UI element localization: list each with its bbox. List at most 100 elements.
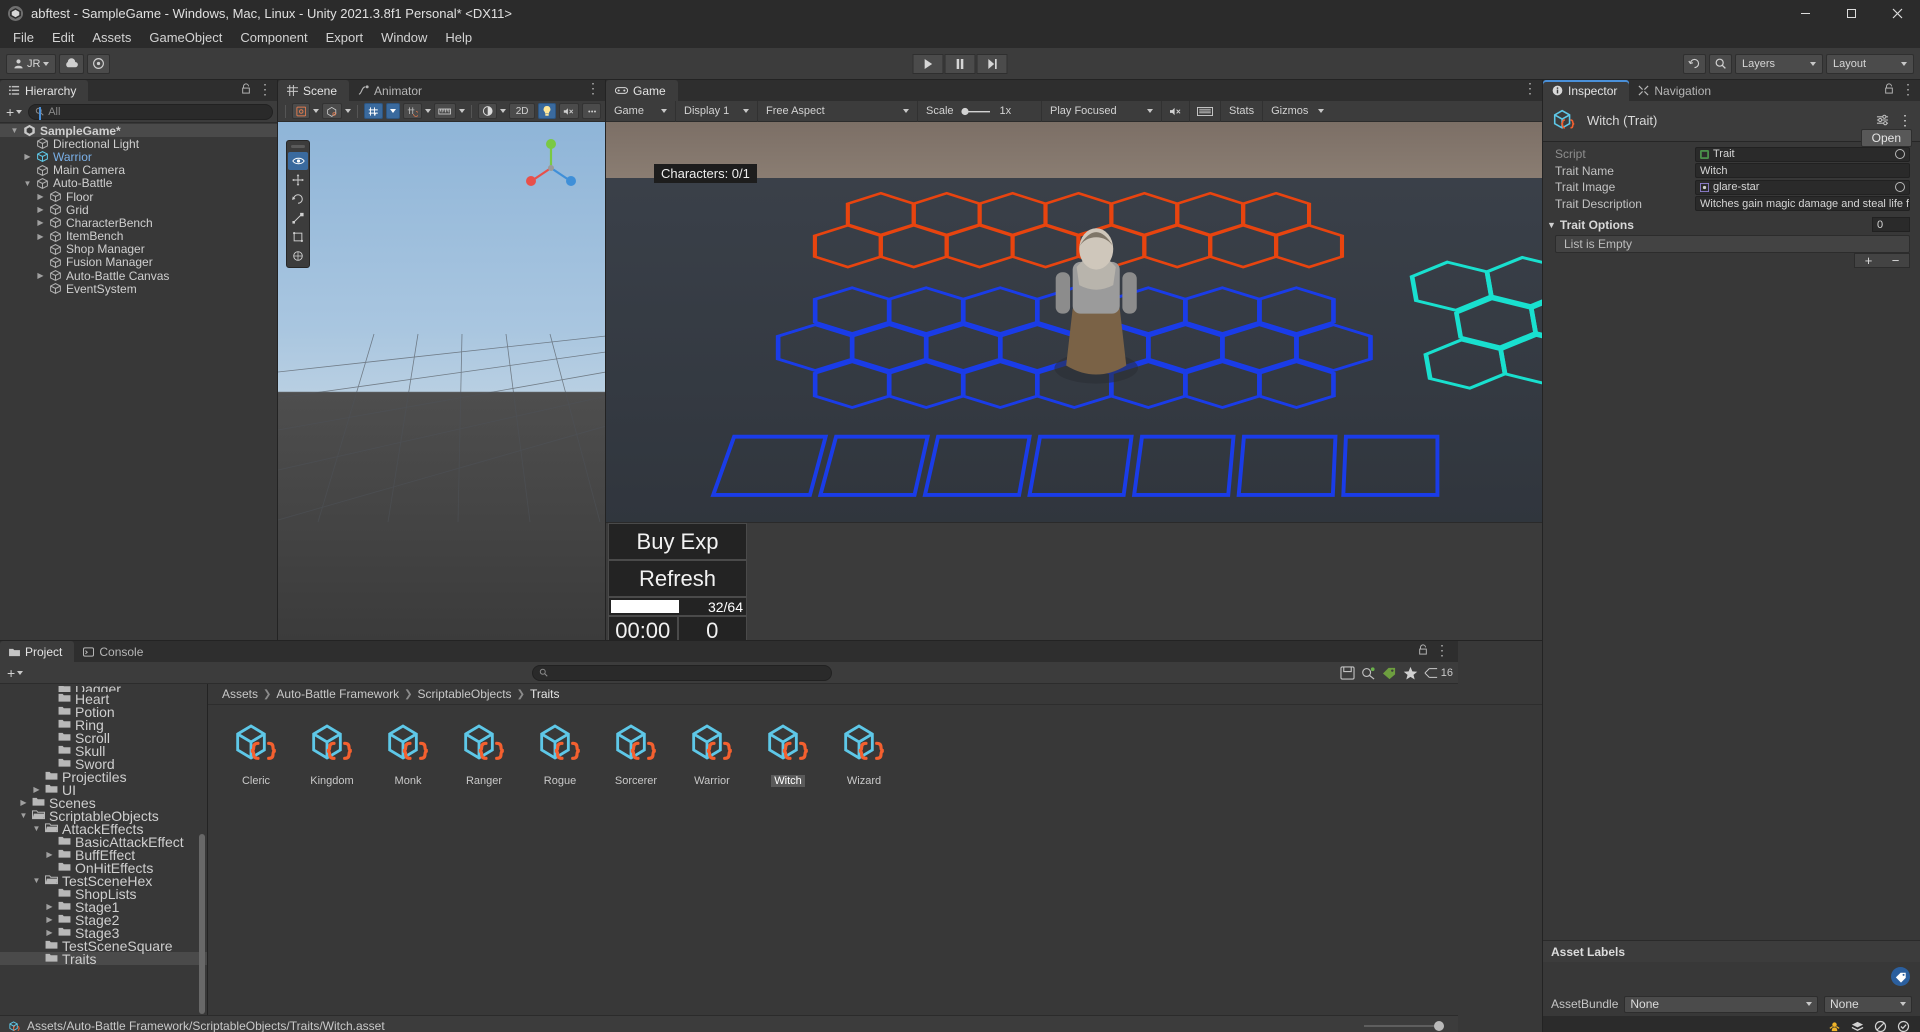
search-button[interactable]	[1709, 53, 1732, 74]
hierarchy-item-characterbench[interactable]: ▶ CharacterBench	[0, 216, 277, 230]
game-viewport[interactable]: Characters: 0/1 Buy Exp Refresh 32/64 00…	[606, 122, 1542, 640]
close-button[interactable]	[1874, 0, 1920, 26]
tab-console[interactable]: Console	[74, 641, 156, 662]
hierarchy-item-auto-battle[interactable]: ▼ Auto-Battle	[0, 176, 277, 190]
scene-overflow-button[interactable]	[581, 103, 602, 119]
asset-item-witch[interactable]: Witch	[758, 719, 818, 787]
menu-file[interactable]: File	[4, 28, 43, 47]
tab-navigation[interactable]: Navigation	[1629, 80, 1724, 101]
expand-arrow-icon[interactable]: ▶	[36, 232, 45, 241]
hierarchy-item-fusion-manager[interactable]: Fusion Manager	[0, 255, 277, 269]
tab-project[interactable]: Project	[0, 641, 75, 662]
expand-arrow-icon[interactable]: ▶	[36, 192, 45, 201]
expand-arrow-icon[interactable]: ▼	[32, 824, 41, 833]
lighting-button[interactable]	[477, 103, 498, 119]
kebab-menu-icon[interactable]: ⋮	[586, 81, 600, 95]
menu-gameobject[interactable]: GameObject	[140, 28, 231, 47]
chevron-down-icon[interactable]	[458, 109, 465, 113]
label-tag-icon[interactable]	[1891, 967, 1910, 986]
rect-tool-icon[interactable]	[288, 228, 308, 246]
assetbundle-variant-dropdown[interactable]: None	[1824, 995, 1912, 1013]
account-button[interactable]: JR	[6, 53, 57, 74]
kebab-menu-icon[interactable]: ⋮	[1523, 81, 1537, 95]
tab-hierarchy[interactable]: Hierarchy	[0, 80, 89, 101]
expand-arrow-icon[interactable]: ▶	[36, 205, 45, 214]
hierarchy-tree[interactable]: ▼ SampleGame* Directional Light ▶ Warrior Mai…	[0, 123, 277, 640]
expand-arrow-icon[interactable]: ▼	[32, 876, 41, 885]
chevron-down-icon[interactable]	[425, 109, 432, 113]
project-add-button[interactable]: +	[5, 665, 25, 681]
gizmos-button[interactable]: Gizmos	[1263, 101, 1332, 122]
asset-item-warrior[interactable]: Warrior	[682, 719, 742, 787]
step-button[interactable]	[976, 53, 1008, 74]
hierarchy-item-itembench[interactable]: ▶ ItemBench	[0, 229, 277, 243]
menu-export[interactable]: Export	[317, 28, 373, 47]
check-circle-icon[interactable]	[1897, 1020, 1910, 1032]
menu-edit[interactable]: Edit	[43, 28, 83, 47]
type-filter-icon[interactable]	[1361, 666, 1376, 680]
trait-options-count[interactable]: 0	[1872, 217, 1910, 232]
scale-slider-track[interactable]	[960, 107, 994, 116]
hierarchy-item-grid[interactable]: ▶ Grid	[0, 203, 277, 217]
tab-scene[interactable]: Scene	[278, 80, 350, 101]
2d-toggle-button[interactable]: 2D	[509, 103, 536, 119]
hierarchy-item-main-camera[interactable]: Main Camera	[0, 163, 277, 177]
chevron-down-icon[interactable]	[500, 109, 507, 113]
asset-item-rogue[interactable]: Rogue	[530, 719, 590, 787]
object-picker-icon[interactable]	[1895, 182, 1905, 193]
project-folder-ui[interactable]: ▶ UI	[0, 782, 207, 798]
maximize-button[interactable]	[1828, 0, 1874, 26]
ruler-button[interactable]	[434, 103, 456, 119]
project-folder-testscenesquare[interactable]: TestSceneSquare	[0, 938, 207, 954]
scale-tool-icon[interactable]	[288, 209, 308, 227]
pause-button[interactable]	[944, 53, 976, 74]
expand-arrow-icon[interactable]: ▶	[45, 902, 54, 911]
expand-arrow-icon[interactable]: ▶	[45, 915, 54, 924]
menu-component[interactable]: Component	[231, 28, 316, 47]
trait-options-foldout[interactable]: ▼ Trait Options	[1543, 216, 1920, 233]
gizmo-mode-button[interactable]	[322, 103, 342, 119]
breadcrumb-item[interactable]: Assets	[222, 687, 258, 701]
tab-game[interactable]: Game	[606, 80, 678, 101]
asset-item-ranger[interactable]: Ranger	[454, 719, 514, 787]
asset-item-monk[interactable]: Monk	[378, 719, 438, 787]
project-folder-projectiles[interactable]: Projectiles	[0, 769, 207, 785]
refresh-button[interactable]: Refresh	[608, 560, 747, 597]
no-preview-icon[interactable]	[1874, 1020, 1887, 1032]
menu-assets[interactable]: Assets	[83, 28, 140, 47]
lock-icon[interactable]	[1418, 644, 1428, 655]
project-tree-scrollbar[interactable]	[199, 834, 205, 1014]
tab-animator[interactable]: Animator	[349, 80, 435, 101]
asset-item-cleric[interactable]: Cleric	[226, 719, 286, 787]
display-dropdown[interactable]: Display 1	[676, 100, 758, 122]
move-tool-icon[interactable]	[288, 171, 308, 189]
kebab-menu-icon[interactable]: ⋮	[1898, 113, 1912, 127]
breadcrumb-item[interactable]: Auto-Battle Framework	[276, 687, 399, 701]
scene-audio-toggle[interactable]	[559, 103, 579, 119]
field-value[interactable]: Trait	[1695, 146, 1910, 162]
vsync-toggle[interactable]	[1190, 100, 1221, 122]
lock-icon[interactable]	[1884, 83, 1894, 94]
field-value[interactable]: Witch	[1695, 163, 1910, 179]
kebab-menu-icon[interactable]: ⋮	[1901, 82, 1915, 96]
kebab-menu-icon[interactable]: ⋮	[258, 82, 272, 96]
assetbundle-dropdown[interactable]: None	[1624, 995, 1818, 1013]
hierarchy-item-warrior[interactable]: ▶ Warrior	[0, 150, 277, 164]
hierarchy-item-directional-light[interactable]: Directional Light	[0, 137, 277, 151]
tools-drag-handle[interactable]	[291, 145, 305, 148]
zoom-slider[interactable]	[1364, 1021, 1444, 1032]
cloud-button[interactable]	[59, 53, 85, 74]
object-picker-icon[interactable]	[1895, 149, 1905, 160]
expand-arrow-icon[interactable]: ▶	[36, 271, 45, 280]
hierarchy-search-input[interactable]: All	[28, 103, 273, 120]
expand-arrow-icon[interactable]: ▼	[23, 179, 32, 188]
scene-lighting-toggle[interactable]	[538, 103, 557, 119]
grid-dropdown[interactable]	[386, 103, 400, 119]
expand-arrow-icon[interactable]: ▶	[32, 785, 41, 794]
menu-window[interactable]: Window	[372, 28, 436, 47]
play-mode-dropdown[interactable]: Play Focused	[1042, 100, 1162, 122]
chevron-down-icon[interactable]	[313, 109, 320, 113]
field-value[interactable]: glare-star	[1695, 179, 1910, 195]
expand-arrow-icon[interactable]: ▶	[23, 152, 32, 161]
expand-arrow-icon[interactable]: ▼	[19, 811, 28, 820]
